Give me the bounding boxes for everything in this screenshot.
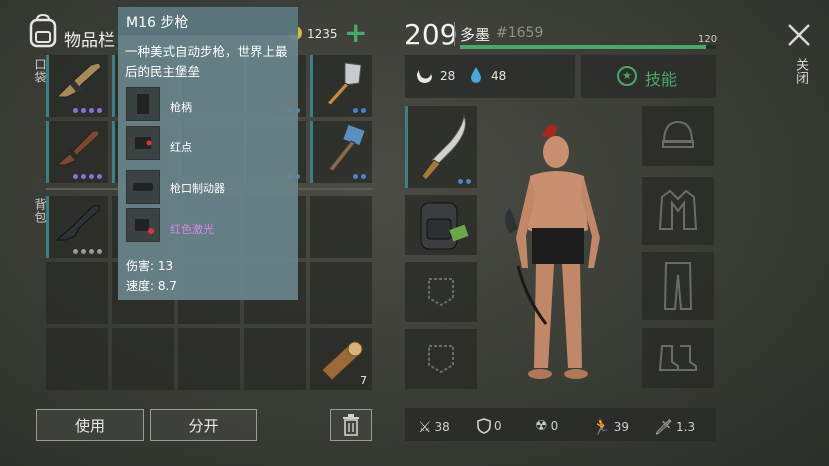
shield-icon [477,418,491,434]
item-count: 7 [360,374,367,387]
equip-slot-pocket[interactable] [405,329,477,389]
water-drop-icon [471,67,481,83]
player-name: 多墨 [460,26,491,44]
level-divider [454,22,455,46]
skills-button[interactable]: ★ 技能 [581,55,716,98]
close-label: 关闭 [793,58,808,84]
inventory-slot-empty[interactable] [310,196,372,258]
tooltip-title: M16 步枪 [118,7,298,35]
pocket-icon [428,278,454,307]
stealth-icon: 🗡 [654,418,674,436]
inventory-slot-empty[interactable] [178,328,240,390]
sledgehammer-icon [328,123,366,172]
grip-icon [126,87,160,121]
assault-rifle-icon [55,130,100,166]
backpack-icon [420,202,469,250]
attack-stat: ⚔ 38 [418,418,450,436]
boots-icon [658,345,697,371]
inventory-slot-empty[interactable] [46,262,108,324]
radiation-icon: ☢ [535,418,548,434]
split-button[interactable]: 分开 [150,409,257,441]
machete-icon [421,114,466,181]
item-tooltip: M16 步枪 一种美式自动步枪，世界上最后的民主堡垒 枪柄 红点 枪口制动器 红… [118,7,298,300]
assault-rifle-icon [55,205,100,241]
character-model [505,124,600,379]
attachment-label: 枪柄 [170,101,192,114]
equip-slot-torso[interactable] [642,177,714,245]
damage-stat: 伤害: 13 [126,259,174,273]
inventory-slot-empty[interactable] [244,328,306,390]
sword-icon: ⚔ [418,418,432,436]
player-level: 209 [404,18,458,51]
equip-slot-legs[interactable] [642,252,714,320]
defense-stat: 0 [477,418,502,434]
close-icon [788,24,810,46]
stealth-value: 1.3 [676,420,696,434]
player-id: #1659 [496,25,544,41]
trash-icon [343,414,359,436]
running-icon: 🏃 [592,418,611,436]
inventory-slot-hammer[interactable] [310,121,372,183]
pocket-icon [428,345,454,374]
inventory-slot-cleaver[interactable] [310,55,372,117]
inventory-slot-ak-rifle[interactable] [46,121,108,183]
inventory-slot-scar-rifle[interactable] [46,55,108,117]
star-icon: ★ [617,66,637,86]
equip-slot-head[interactable] [642,106,714,166]
assault-rifle-icon [55,62,102,98]
equip-slot-weapon[interactable] [405,106,477,188]
red-dot-sight-icon [126,126,160,160]
equip-slot-feet[interactable] [642,328,714,388]
xp-bar-track [460,45,716,49]
speed-stat: 速度: 8.7 [126,279,177,293]
radiation-stat: ☢ 0 [535,418,558,434]
stealth-stat: 🗡 1.3 [654,418,695,436]
xp-bar-fill [460,45,706,49]
close-button[interactable]: 关闭 [783,20,815,100]
thirst-value: 48 [491,69,507,83]
red-laser-icon [126,208,160,242]
tooltip-description: 一种美式自动步枪，世界上最后的民主堡垒 [125,44,288,79]
cleaver-icon [326,62,362,106]
speed-value: 39 [613,420,629,434]
hunger-value: 28 [440,69,456,83]
radiation-value: 0 [550,419,559,433]
stomach-icon [417,70,432,83]
muzzle-brake-icon [126,170,160,204]
jacket-icon [658,189,698,230]
inventory-slot-empty[interactable] [310,262,372,324]
attack-value: 38 [434,420,450,434]
inventory-slot-empty[interactable] [112,328,174,390]
attachment-label: 红点 [170,141,192,154]
attachment-label: 枪口制动器 [170,182,225,195]
inventory-title: 物品栏 [64,31,115,51]
equip-slot-backpack[interactable] [405,195,477,255]
defense-value: 0 [494,419,502,433]
speed-stat: 🏃 39 [592,418,629,436]
use-button[interactable]: 使用 [36,409,144,441]
add-coins-button[interactable]: + [344,17,367,49]
attachment-label: 红色激光 [170,223,214,236]
beanie-icon [662,120,694,148]
equip-slot-pocket[interactable] [405,262,477,322]
xp-max: 120 [698,34,718,45]
inventory-slot-log[interactable]: 7 [310,328,372,390]
coin-count: 1235 [307,27,338,41]
trash-button[interactable] [330,409,372,441]
inventory-slot-m16-rifle[interactable] [46,196,108,258]
backpack-icon [29,14,57,48]
skills-label: 技能 [645,70,678,89]
inventory-slot-empty[interactable] [46,328,108,390]
pants-icon [663,262,693,310]
